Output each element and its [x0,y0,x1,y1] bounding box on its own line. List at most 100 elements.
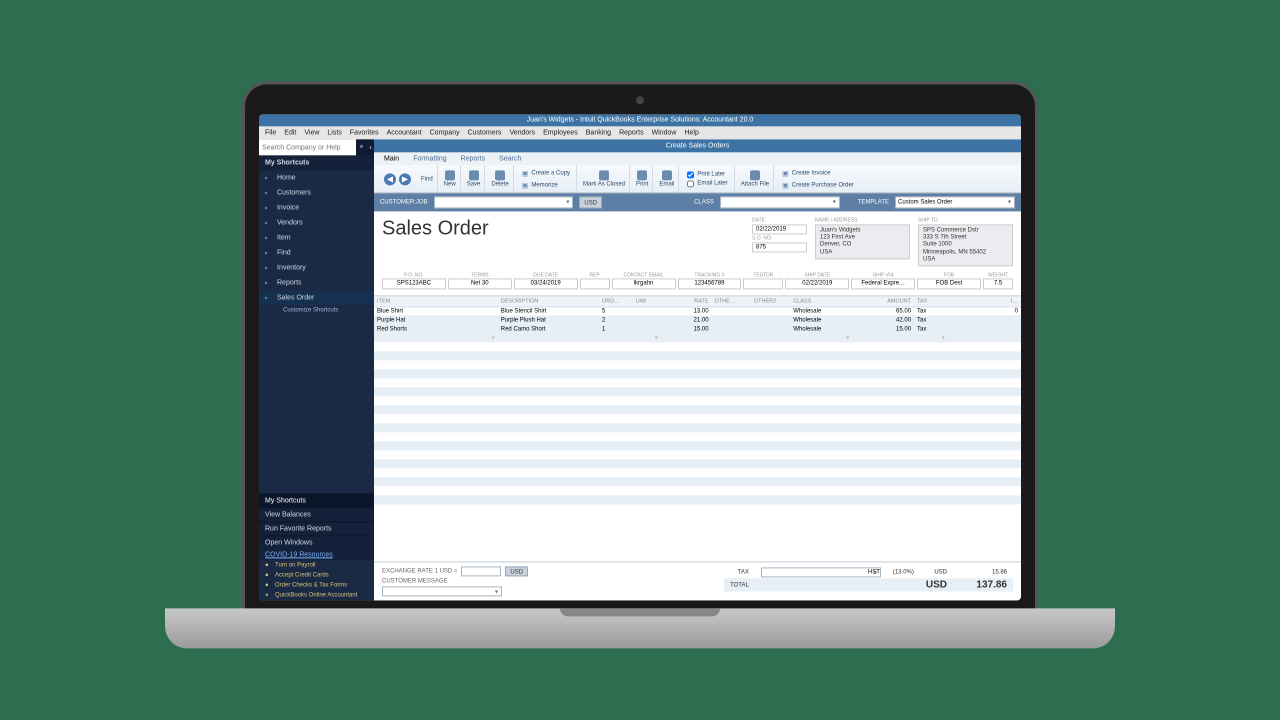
collapse-icon[interactable]: ‹ [367,139,374,155]
link-qbo-accountant[interactable]: QuickBooks Online Accountant [259,590,374,600]
table-row[interactable]: Blue ShirtBlue Stencil Shirt513.00Wholes… [374,307,1021,316]
menu-company[interactable]: Company [430,129,460,136]
table-empty-row[interactable]: . [374,397,1021,406]
class-select[interactable] [720,196,840,208]
tab-main[interactable]: Main [384,155,399,162]
table-empty-row[interactable]: . [374,361,1021,370]
section-view-balances[interactable]: View Balances [259,507,374,521]
exchange-rate-input[interactable] [461,566,501,576]
email-button[interactable]: Email [655,165,679,192]
table-empty-row[interactable]: . [374,433,1021,442]
menu-file[interactable]: File [265,129,276,136]
weight-input[interactable]: 7.5 [983,278,1013,289]
create-copy-button[interactable]: Create a Copy [522,168,570,178]
table-row[interactable]: Red ShortsRed Camo Short115.00Wholesale1… [374,325,1021,334]
table-empty-row[interactable]: . [374,415,1021,424]
prev-record-button[interactable]: ◀ [384,173,396,185]
next-record-button[interactable]: ▶ [399,173,411,185]
nav-sales-order[interactable]: Sales Order [259,290,374,305]
link-payroll[interactable]: Turn on Payroll [259,560,374,570]
covid-link[interactable]: COVID-19 Resources [259,549,374,560]
table-row[interactable]: Purple HatPurple Plush Hat221.00Wholesal… [374,316,1021,325]
new-button[interactable]: New [440,165,461,192]
tax-select[interactable]: HST [761,567,881,577]
table-empty-row[interactable]: . [374,451,1021,460]
tracking-input[interactable]: 123456789 [678,278,742,289]
nav-find[interactable]: Find [259,245,374,260]
shipto-box[interactable]: SPS Commerce Dstr 333 S 7th Street Suite… [918,224,1013,266]
contactemail-input[interactable]: lkrgahn [612,278,676,289]
shipvia-select[interactable]: Federal Expre… [851,278,915,289]
menu-reports[interactable]: Reports [619,129,644,136]
menu-favorites[interactable]: Favorites [350,129,379,136]
duedate-input[interactable]: 03/24/2019 [514,278,578,289]
customer-message-select[interactable] [382,586,502,596]
find-button[interactable]: Find [417,165,438,192]
table-empty-row[interactable]: . [374,370,1021,379]
memorize-button[interactable]: Memorize [522,180,570,190]
fob-input[interactable]: FOB Dest [917,278,981,289]
menu-edit[interactable]: Edit [284,129,296,136]
menu-window[interactable]: Window [652,129,677,136]
table-empty-row[interactable]: . [374,406,1021,415]
nav-invoice[interactable]: Invoice [259,200,374,215]
section-my-shortcuts[interactable]: My Shortcuts [259,493,374,507]
create-invoice-button[interactable]: Create Invoice [782,168,854,178]
tab-reports[interactable]: Reports [461,155,486,162]
section-favorite-reports[interactable]: Run Favorite Reports [259,521,374,535]
table-empty-row[interactable]: . [374,496,1021,505]
testdr-input[interactable] [743,278,783,289]
print-later-checkbox[interactable]: Print Later [687,171,727,178]
table-empty-row[interactable]: . [374,487,1021,496]
template-select[interactable]: Custom Sales Order [895,196,1015,208]
link-credit-cards[interactable]: Accept Credit Cards [259,570,374,580]
pono-input[interactable]: SPS123ABC [382,278,446,289]
nav-customers[interactable]: Customers [259,185,374,200]
line-items-table[interactable]: ITEM DESCRIPTION ORD… U/M RATE OTHE… OTH… [374,296,1021,505]
attach-button[interactable]: Attach File [737,165,774,192]
table-empty-row[interactable]: . [374,424,1021,433]
table-empty-row[interactable]: . [374,478,1021,487]
section-open-windows[interactable]: Open Windows [259,535,374,549]
nav-reports[interactable]: Reports [259,275,374,290]
table-input-row[interactable] [374,334,1021,343]
nav-home[interactable]: Home [259,170,374,185]
company-search-input[interactable] [259,139,356,155]
menu-help[interactable]: Help [684,129,698,136]
delete-button[interactable]: Delete [487,165,513,192]
table-empty-row[interactable]: . [374,352,1021,361]
menu-lists[interactable]: Lists [327,129,341,136]
shipdate-input[interactable]: 02/22/2019 [785,278,849,289]
menu-customers[interactable]: Customers [468,129,502,136]
menu-vendors[interactable]: Vendors [509,129,535,136]
rep-select[interactable] [580,278,610,289]
customer-job-select[interactable] [434,196,574,208]
mark-closed-button[interactable]: Mark As Closed [579,165,630,192]
tab-formatting[interactable]: Formatting [413,155,446,162]
nav-inventory[interactable]: Inventory [259,260,374,275]
menu-employees[interactable]: Employees [543,129,578,136]
search-icon[interactable]: ⌕ [356,139,367,155]
table-empty-row[interactable]: . [374,343,1021,352]
table-empty-row[interactable]: . [374,460,1021,469]
save-button[interactable]: Save [463,165,486,192]
terms-select[interactable]: Net 30 [448,278,512,289]
date-input[interactable]: 02/22/2019 [752,224,807,234]
menu-view[interactable]: View [304,129,319,136]
menu-accountant[interactable]: Accountant [387,129,422,136]
table-empty-row[interactable]: . [374,442,1021,451]
print-button[interactable]: Print [632,165,653,192]
table-empty-row[interactable]: . [374,379,1021,388]
link-checks[interactable]: Order Checks & Tax Forms [259,580,374,590]
nav-vendors[interactable]: Vendors [259,215,374,230]
nav-item[interactable]: Item [259,230,374,245]
menu-banking[interactable]: Banking [586,129,611,136]
create-po-button[interactable]: Create Purchase Order [782,180,854,190]
email-later-checkbox[interactable]: Email Later [687,180,727,187]
table-empty-row[interactable]: . [374,469,1021,478]
tab-search[interactable]: Search [499,155,521,162]
customize-shortcuts-link[interactable]: Customize Shortcuts [259,305,374,315]
sono-input[interactable]: 875 [752,242,807,252]
name-address-box[interactable]: Juan's Widgets 123 First Ave Denver, CO … [815,224,910,259]
table-empty-row[interactable]: . [374,388,1021,397]
